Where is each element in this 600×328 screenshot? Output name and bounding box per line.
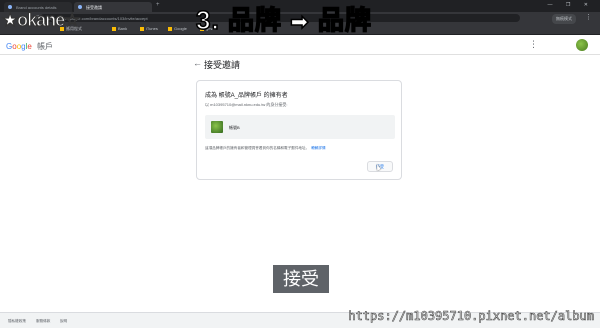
google-account-logo[interactable]: Google 帳戶 <box>6 41 53 52</box>
footer-link-privacy[interactable]: 隱私權政策 <box>8 319 26 324</box>
more-vert-icon[interactable]: ⋮ <box>585 13 592 21</box>
folder-icon <box>140 26 144 31</box>
logo-letter: e <box>27 42 32 51</box>
learn-more-link[interactable]: 瞭解詳情 <box>311 146 325 150</box>
caption-box: 接受 <box>273 265 329 293</box>
tab-favicon <box>8 5 12 9</box>
bookmark-item[interactable]: iTunes <box>140 26 158 31</box>
account-label: 帳戶 <box>37 42 54 51</box>
bookmark-item[interactable]: Bank <box>112 26 127 31</box>
folder-icon <box>112 26 116 31</box>
avatar[interactable] <box>576 39 588 51</box>
card-title: 成為 帳號A_品牌帳戶 的擁有者 <box>205 93 288 99</box>
tab-favicon <box>78 5 82 9</box>
profile-chip[interactable]: 無痕模式 <box>552 14 576 24</box>
watermark-logo: ★okane☆ <box>1 9 81 30</box>
brand-name: 帳號B <box>229 125 240 130</box>
folder-icon <box>168 26 172 31</box>
tab-accept-invite[interactable]: 接受邀請 <box>74 2 152 12</box>
privacy-note: 這項品牌帳戶的擁有者和管理員會看到你的名稱和電子郵件地址。 瞭解詳情 <box>205 146 326 151</box>
note-text: 這項品牌帳戶的擁有者和管理員會看到你的名稱和電子郵件地址。 <box>205 146 310 150</box>
page-title-text: 接受邀請 <box>204 60 241 70</box>
bookmark-item[interactable]: Google <box>168 26 187 31</box>
footer-link-terms[interactable]: 服務條款 <box>36 319 50 324</box>
card-email: 以 m10395710@mail.nknu.edu.tw 的身分接受: <box>205 102 288 107</box>
new-tab-button[interactable]: + <box>156 2 160 8</box>
step-label: 3. 品牌 <box>195 4 282 36</box>
tab-label: 接受邀請 <box>86 5 102 10</box>
invite-card: 成為 帳號A_品牌帳戶 的擁有者 以 m10395710@mail.nknu.e… <box>196 80 402 180</box>
window-controls[interactable]: — ❐ ✕ <box>548 2 594 8</box>
apps-grid-icon[interactable]: ⋮ <box>529 39 538 50</box>
brand-avatar <box>211 121 223 133</box>
step-target: 品牌 <box>317 4 372 36</box>
google-header: Google 帳戶 ⋮ <box>0 35 600 55</box>
back-arrow-icon[interactable]: ← <box>193 58 202 68</box>
step-title: 3. 品牌 ➡ 品牌 <box>195 0 372 36</box>
brand-account-box: 帳號B <box>205 115 395 139</box>
footer-link-help[interactable]: 說明 <box>60 319 67 324</box>
arrow-right-icon: ➡ <box>289 8 310 35</box>
page-title: 接受邀請 <box>204 58 240 71</box>
url-watermark: https://m10395710.pixnet.net/album <box>348 309 594 324</box>
